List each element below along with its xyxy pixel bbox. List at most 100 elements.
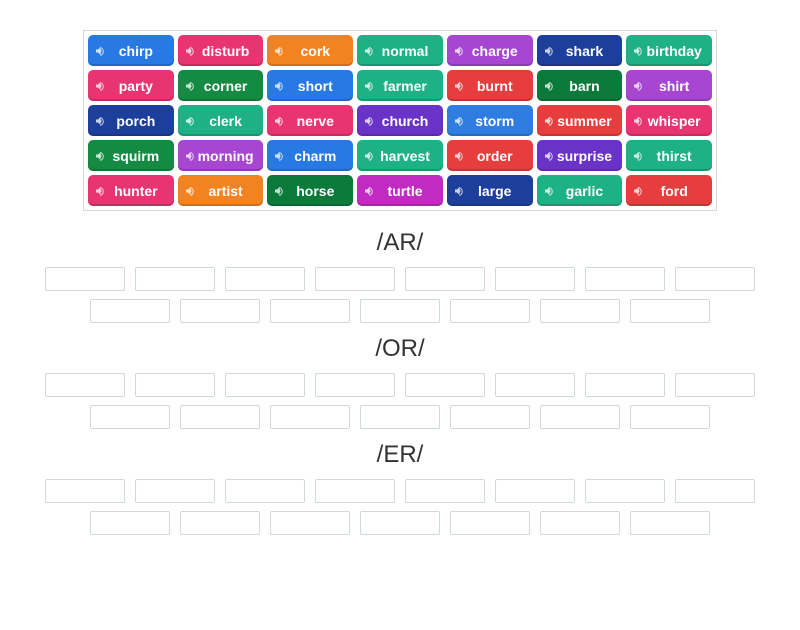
drop-slot[interactable] (360, 511, 440, 535)
drop-slot[interactable] (135, 373, 215, 397)
word-tile-church[interactable]: church (357, 105, 443, 136)
slot-row (45, 479, 755, 503)
word-label: clerk (199, 113, 242, 129)
drop-slot[interactable] (270, 405, 350, 429)
drop-slot[interactable] (585, 479, 665, 503)
word-tile-storm[interactable]: storm (447, 105, 533, 136)
word-label: porch (106, 113, 155, 129)
word-label: surprise (547, 148, 612, 164)
word-tile-party[interactable]: party (88, 70, 174, 101)
word-tile-harvest[interactable]: harvest (357, 140, 443, 171)
drop-slot[interactable] (540, 405, 620, 429)
drop-slot[interactable] (675, 373, 755, 397)
speaker-icon (543, 80, 555, 92)
drop-slot[interactable] (585, 373, 665, 397)
word-tile-surprise[interactable]: surprise (537, 140, 623, 171)
drop-slot[interactable] (90, 299, 170, 323)
word-tile-summer[interactable]: summer (537, 105, 623, 136)
word-label: morning (188, 148, 254, 164)
speaker-icon (363, 45, 375, 57)
drop-slot[interactable] (315, 479, 395, 503)
drop-slot[interactable] (405, 373, 485, 397)
word-tile-burnt[interactable]: burnt (447, 70, 533, 101)
word-tile-cork[interactable]: cork (267, 35, 353, 66)
word-tile-porch[interactable]: porch (88, 105, 174, 136)
drop-slot[interactable] (135, 267, 215, 291)
drop-slot[interactable] (450, 405, 530, 429)
drop-slot[interactable] (315, 373, 395, 397)
word-label: party (109, 78, 153, 94)
drop-slot[interactable] (135, 479, 215, 503)
word-tile-clerk[interactable]: clerk (178, 105, 264, 136)
word-tile-disturb[interactable]: disturb (178, 35, 264, 66)
drop-slot[interactable] (225, 267, 305, 291)
drop-slot[interactable] (225, 479, 305, 503)
word-label: horse (286, 183, 334, 199)
word-tile-large[interactable]: large (447, 175, 533, 206)
slot-row (45, 405, 755, 429)
word-label: birthday (637, 43, 702, 59)
drop-slot[interactable] (675, 267, 755, 291)
drop-slot[interactable] (405, 479, 485, 503)
drop-slot[interactable] (360, 405, 440, 429)
word-tile-artist[interactable]: artist (178, 175, 264, 206)
drop-slot[interactable] (450, 299, 530, 323)
drop-slot[interactable] (180, 299, 260, 323)
drop-slot[interactable] (180, 511, 260, 535)
slot-row (45, 299, 755, 323)
drop-slot[interactable] (90, 405, 170, 429)
word-tile-squirm[interactable]: squirm (88, 140, 174, 171)
word-tile-corner[interactable]: corner (178, 70, 264, 101)
word-tile-turtle[interactable]: turtle (357, 175, 443, 206)
drop-slot[interactable] (630, 299, 710, 323)
word-tile-chirp[interactable]: chirp (88, 35, 174, 66)
drop-slot[interactable] (270, 511, 350, 535)
drop-slot[interactable] (495, 267, 575, 291)
word-tile-short[interactable]: short (267, 70, 353, 101)
word-tile-ford[interactable]: ford (626, 175, 712, 206)
drop-slot[interactable] (540, 299, 620, 323)
category-title: /ER/ (45, 441, 755, 469)
drop-slot[interactable] (630, 405, 710, 429)
drop-slot[interactable] (90, 511, 170, 535)
word-tile-order[interactable]: order (447, 140, 533, 171)
drop-slot[interactable] (360, 299, 440, 323)
drop-slot[interactable] (315, 267, 395, 291)
drop-slot[interactable] (45, 267, 125, 291)
word-label: hunter (104, 183, 158, 199)
word-tile-birthday[interactable]: birthday (626, 35, 712, 66)
drop-slot[interactable] (450, 511, 530, 535)
speaker-icon (363, 80, 375, 92)
drop-slot[interactable] (270, 299, 350, 323)
drop-slot[interactable] (495, 373, 575, 397)
word-label: short (288, 78, 333, 94)
drop-slot[interactable] (405, 267, 485, 291)
drop-slot[interactable] (585, 267, 665, 291)
word-tile-charm[interactable]: charm (267, 140, 353, 171)
drop-slot[interactable] (45, 373, 125, 397)
drop-slot[interactable] (675, 479, 755, 503)
drop-slot[interactable] (225, 373, 305, 397)
word-tile-barn[interactable]: barn (537, 70, 623, 101)
word-tile-shark[interactable]: shark (537, 35, 623, 66)
word-tile-morning[interactable]: morning (178, 140, 264, 171)
word-tile-charge[interactable]: charge (447, 35, 533, 66)
word-tile-whisper[interactable]: whisper (626, 105, 712, 136)
word-tile-hunter[interactable]: hunter (88, 175, 174, 206)
speaker-icon (632, 150, 644, 162)
word-bank-row: squirm morning charmharvestorder surprise th… (86, 138, 714, 173)
speaker-icon (184, 115, 196, 127)
drop-slot[interactable] (45, 479, 125, 503)
word-tile-shirt[interactable]: shirt (626, 70, 712, 101)
word-tile-nerve[interactable]: nerve (267, 105, 353, 136)
word-tile-farmer[interactable]: farmer (357, 70, 443, 101)
word-tile-horse[interactable]: horse (267, 175, 353, 206)
drop-slot[interactable] (630, 511, 710, 535)
speaker-icon (543, 115, 555, 127)
word-tile-normal[interactable]: normal (357, 35, 443, 66)
word-tile-garlic[interactable]: garlic (537, 175, 623, 206)
drop-slot[interactable] (495, 479, 575, 503)
drop-slot[interactable] (180, 405, 260, 429)
drop-slot[interactable] (540, 511, 620, 535)
word-tile-thirst[interactable]: thirst (626, 140, 712, 171)
